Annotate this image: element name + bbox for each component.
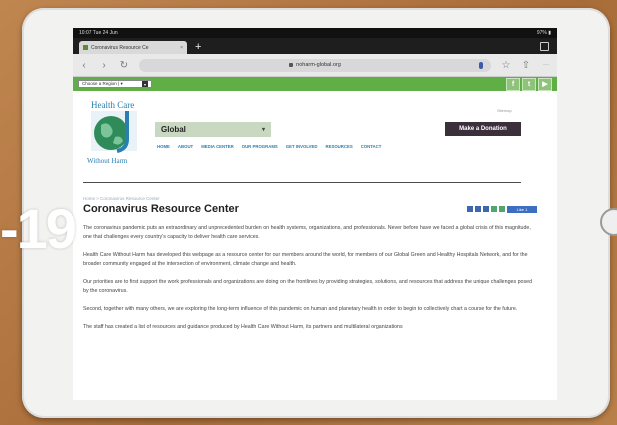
facebook-icon[interactable]: f [506,77,520,91]
header-divider [83,182,521,183]
donate-button[interactable]: Make a Donation [445,122,521,136]
share-facebook-icon[interactable] [467,206,473,212]
new-tab-button[interactable]: + [195,41,201,53]
title-row: Coronavirus Resource Center Like 1 [83,203,537,215]
tablet-screen: 10:07 Tue 24 Jun 97% ▮ Coronavirus Resou… [73,28,557,400]
address-bar[interactable]: noharm-global.org [139,58,491,72]
close-icon[interactable]: × [180,45,183,51]
nav-item-media-center[interactable]: MEDIA CENTER [201,144,234,149]
nav-item-contact[interactable]: CONTACT [361,144,382,149]
share-email-icon[interactable] [491,206,497,212]
nav-item-about[interactable]: ABOUT [178,144,193,149]
star-icon[interactable]: ☆ [501,60,511,71]
like-button[interactable]: Like 1 [507,205,537,213]
region-select[interactable]: Global ▾ [155,122,271,137]
chevron-down-icon: ▾ [261,127,265,133]
share-buttons: Like 1 [467,205,537,213]
youtube-icon[interactable]: ▶ [538,77,552,91]
paragraph: The coronavirus pandemic puts an extraor… [83,225,531,240]
paragraph: Second, together with many others, we ar… [83,306,518,312]
site-logo[interactable]: Health Care Without Harm [81,97,147,165]
sitemap-link[interactable]: Sitemap [497,108,512,113]
more-icon[interactable]: ··· [541,62,551,68]
social-links: f t ▶ [506,77,552,91]
browser-tab[interactable]: Coronavirus Resource Ce × [79,41,187,54]
breadcrumb[interactable]: Home > Coronavirus Resource Center [83,196,537,201]
address-url: noharm-global.org [296,62,341,68]
browser-toolbar: ‹ › ↻ noharm-global.org ☆ ⇧ ··· [73,54,557,77]
status-bar: 10:07 Tue 24 Jun 97% ▮ [73,28,557,38]
nav-item-home[interactable]: HOME [157,144,170,149]
tabs-overview-icon[interactable] [540,42,549,51]
site-header: Health Care Without Harm Sitemap Global … [73,91,557,193]
microphone-icon[interactable] [479,61,483,69]
share-twitter-icon[interactable] [475,206,481,212]
lock-icon [289,63,294,67]
paragraph: Health Care Without Harm has developed t… [83,252,528,267]
status-time: 10:07 Tue 24 Jun [79,30,118,36]
share-linkedin-icon[interactable] [483,206,489,212]
home-button[interactable] [600,208,617,236]
site-top-bar: Choose a Region | ▾ ▾ f t ▶ [73,77,557,91]
language-select-label: Choose a Region | ▾ [82,81,123,86]
page-title: Coronavirus Resource Center [83,203,239,215]
status-battery: 97% ▮ [536,30,551,36]
region-language-select[interactable]: Choose a Region | ▾ ▾ [78,80,152,88]
logo-text-top: Health Care [91,100,135,110]
main-navigation: HOME ABOUT MEDIA CENTER OUR PROGRAMS GET… [157,144,447,149]
back-icon[interactable]: ‹ [79,60,89,71]
share-print-icon[interactable] [499,206,505,212]
nav-item-our-programs[interactable]: OUR PROGRAMS [242,144,278,149]
chevron-down-icon: ▾ [142,81,148,87]
forward-icon[interactable]: › [99,60,109,71]
tab-favicon-icon [83,45,88,50]
share-icon[interactable]: ⇧ [521,60,531,71]
paragraph: The staff has created a list of resource… [83,324,403,330]
reload-icon[interactable]: ↻ [119,60,129,71]
page-content: Home > Coronavirus Resource Center Coron… [73,196,557,332]
overlay-caption-text: -19 [0,197,77,260]
logo-text-bottom: Without Harm [87,157,128,165]
paragraph: Our priorities are to first support the … [83,279,533,294]
nav-item-resources[interactable]: RESOURCES [325,144,352,149]
region-select-value: Global [161,125,186,134]
tab-title: Coronavirus Resource Ce [91,44,149,51]
twitter-icon[interactable]: t [522,77,536,91]
nav-item-get-involved[interactable]: GET INVOLVED [286,144,318,149]
tab-bar: Coronavirus Resource Ce × + [73,38,557,54]
